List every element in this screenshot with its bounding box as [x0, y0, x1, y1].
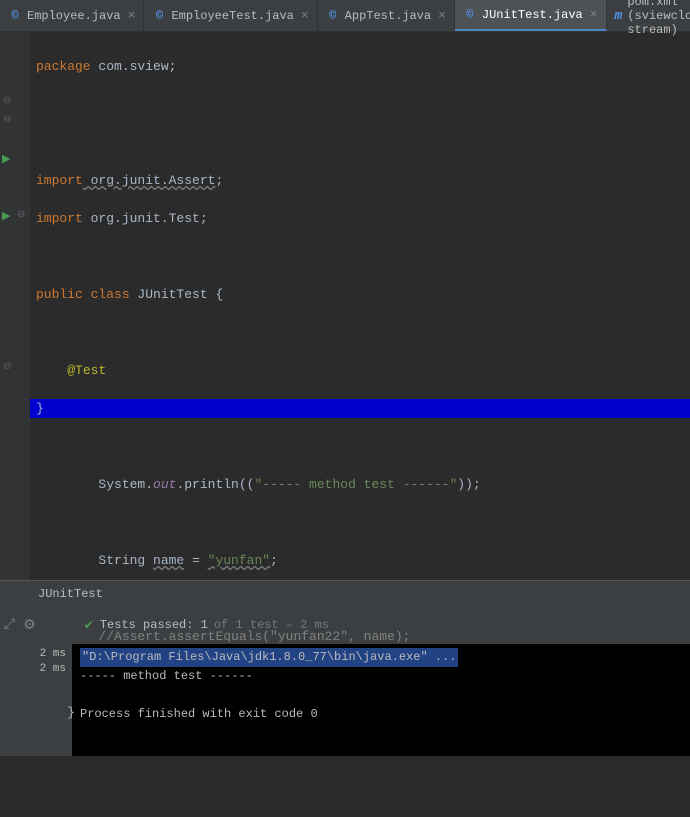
code-token: class [83, 287, 130, 302]
tab-label: AppTest.java [345, 9, 431, 23]
java-icon: © [152, 9, 166, 23]
code-token: String [98, 553, 153, 568]
code-token: ; [215, 173, 223, 188]
code-token: org.junit.Assert [83, 173, 216, 188]
code-token: ; [270, 553, 278, 568]
code-token: { [215, 287, 223, 302]
close-icon[interactable]: × [590, 7, 598, 22]
code-token: name [153, 553, 184, 568]
close-icon[interactable]: × [301, 8, 309, 23]
tab-employeetest[interactable]: © EmployeeTest.java × [144, 0, 317, 31]
tab-employee[interactable]: © Employee.java × [0, 0, 144, 31]
tab-label: JUnitTest.java [482, 8, 583, 22]
close-icon[interactable]: × [438, 8, 446, 23]
code-token: org.junit.Test [83, 211, 200, 226]
java-icon: © [8, 9, 22, 23]
fold-icon[interactable]: ⊖ [3, 114, 17, 128]
tab-junittest[interactable]: © JUnitTest.java × [455, 0, 607, 31]
code-token: JUnitTest [130, 287, 216, 302]
tab-label: Employee.java [27, 9, 121, 23]
java-icon: © [463, 8, 477, 22]
code-token: )); [457, 477, 480, 492]
close-icon[interactable]: × [128, 8, 136, 23]
code-token: com.sview [91, 59, 169, 74]
tab-apptest[interactable]: © AppTest.java × [318, 0, 455, 31]
code-token: .println(( [176, 477, 254, 492]
fold-icon[interactable]: ⊖ [3, 361, 17, 375]
code-token: ; [169, 59, 177, 74]
run-icon[interactable]: ▶ [2, 209, 16, 223]
code-token: } [67, 705, 75, 720]
code-token: package [36, 59, 91, 74]
tab-label: EmployeeTest.java [171, 9, 293, 23]
fold-icon[interactable]: ⊖ [17, 209, 31, 223]
code-token: out [153, 477, 176, 492]
code-token: import [36, 211, 83, 226]
fold-icon[interactable]: ⊖ [3, 95, 17, 109]
code-token: "yunfan" [208, 553, 270, 568]
code-editor[interactable]: ⊖ ⊖ ▶ ▶ ⊖ ⊖ package com.sview; import or… [0, 32, 690, 580]
expand-icon[interactable]: ⤢ [4, 617, 15, 633]
code-token: = [184, 553, 207, 568]
run-icon[interactable]: ▶ [2, 152, 16, 166]
code-token: public [36, 287, 83, 302]
maven-icon: m [615, 9, 623, 23]
code-token: ; [200, 211, 208, 226]
tab-pom[interactable]: m pom.xml (sviewcloud-stream) × [607, 0, 690, 31]
code-token: "----- method test ------" [254, 477, 457, 492]
editor-tabs: © Employee.java × © EmployeeTest.java × … [0, 0, 690, 32]
code-token: //Assert.assertEquals("yunfan22", name); [98, 629, 410, 644]
gear-icon[interactable]: ⚙ [23, 617, 36, 634]
code-token: } [30, 401, 44, 416]
java-icon: © [326, 9, 340, 23]
code-content[interactable]: package com.sview; import org.junit.Asse… [30, 32, 690, 580]
cursor-line: } [30, 399, 690, 418]
code-token: import [36, 173, 83, 188]
code-token: System. [98, 477, 153, 492]
editor-gutter: ⊖ ⊖ ▶ ▶ ⊖ ⊖ [0, 32, 30, 580]
code-token: @Test [67, 363, 106, 378]
